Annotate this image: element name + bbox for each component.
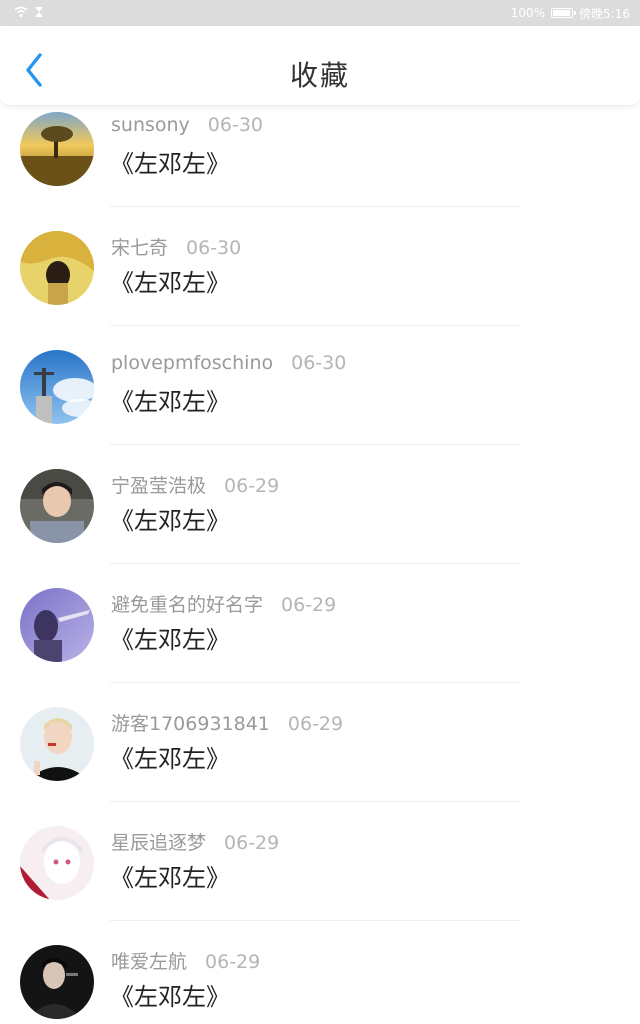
username[interactable]: sunsony	[111, 114, 190, 136]
avatar[interactable]	[20, 707, 94, 781]
avatar-image	[20, 945, 94, 1019]
item-meta: 星辰追逐梦 06-29	[111, 828, 279, 855]
favorite-title[interactable]: 《左邓左》	[110, 977, 230, 1012]
avatar[interactable]	[20, 231, 94, 305]
date: 06-30	[207, 114, 264, 136]
username[interactable]: 星辰追逐梦	[111, 832, 206, 854]
favorite-item[interactable]: 唯爱左航 06-29 《左邓左》	[0, 921, 640, 1024]
favorite-title[interactable]: 《左邓左》	[110, 858, 230, 893]
username[interactable]: 宋七奇	[111, 237, 168, 259]
date: 06-30	[186, 237, 242, 259]
favorite-item[interactable]: 游客1706931841 06-29 《左邓左》	[0, 683, 640, 802]
avatar-image	[20, 231, 94, 305]
date: 06-29	[224, 475, 280, 497]
username[interactable]: 游客1706931841	[111, 713, 270, 735]
item-meta: 宁盈莹浩极 06-29	[111, 471, 279, 498]
screen: 100% 傍晚5:16 sunsony 06-30 《左邓左》 宋七奇 06-30 《左邓…	[0, 0, 640, 1024]
avatar-image	[20, 350, 94, 424]
username[interactable]: 避免重名的好名字	[111, 594, 263, 616]
date: 06-29	[224, 832, 280, 854]
date: 06-29	[205, 951, 261, 973]
favorite-item[interactable]: plovepmfoschino 06-30 《左邓左》	[0, 326, 640, 445]
avatar-image	[20, 469, 94, 543]
favorites-list: sunsony 06-30 《左邓左》 宋七奇 06-30 《左邓左》 plovepmfos…	[0, 88, 640, 1024]
username[interactable]: plovepmfoschino	[111, 352, 273, 374]
battery-percent: 100%	[510, 6, 546, 20]
status-left	[14, 6, 44, 21]
date: 06-29	[281, 594, 337, 616]
favorite-item[interactable]: 避免重名的好名字 06-29 《左邓左》	[0, 564, 640, 683]
hourglass-icon	[34, 6, 44, 21]
favorite-title[interactable]: 《左邓左》	[110, 263, 230, 298]
favorite-title[interactable]: 《左邓左》	[110, 620, 230, 655]
item-meta: sunsony 06-30	[111, 114, 263, 136]
username[interactable]: 宁盈莹浩极	[111, 475, 206, 497]
item-meta: 唯爱左航 06-29	[111, 947, 260, 974]
battery-icon	[551, 8, 577, 18]
avatar[interactable]	[20, 112, 94, 186]
status-right: 100% 傍晚5:16	[511, 5, 630, 22]
date: 06-29	[287, 713, 344, 735]
date: 06-30	[291, 352, 347, 374]
item-meta: 游客1706931841 06-29	[111, 709, 343, 736]
avatar-image	[20, 112, 94, 186]
status-time: 傍晚5:16	[579, 6, 630, 21]
avatar[interactable]	[20, 588, 94, 662]
favorite-title[interactable]: 《左邓左》	[110, 739, 230, 774]
header: 收藏	[0, 26, 640, 106]
avatar-image	[20, 707, 94, 781]
item-meta: 避免重名的好名字 06-29	[111, 590, 336, 617]
avatar-image	[20, 826, 94, 900]
wifi-icon	[14, 6, 28, 21]
username[interactable]: 唯爱左航	[111, 951, 187, 973]
avatar-image	[20, 588, 94, 662]
page-title: 收藏	[289, 59, 350, 92]
avatar[interactable]	[20, 826, 94, 900]
status-bar: 100% 傍晚5:16	[0, 0, 640, 26]
favorite-item[interactable]: 宁盈莹浩极 06-29 《左邓左》	[0, 445, 640, 564]
favorite-item[interactable]: 星辰追逐梦 06-29 《左邓左》	[0, 802, 640, 921]
favorite-title[interactable]: 《左邓左》	[110, 501, 230, 536]
favorite-title[interactable]: 《左邓左》	[110, 144, 230, 179]
item-meta: plovepmfoschino 06-30	[111, 352, 346, 374]
favorite-item[interactable]: 宋七奇 06-30 《左邓左》	[0, 207, 640, 326]
avatar[interactable]	[20, 945, 94, 1019]
favorite-title[interactable]: 《左邓左》	[110, 382, 230, 417]
avatar[interactable]	[20, 469, 94, 543]
item-meta: 宋七奇 06-30	[111, 233, 241, 260]
avatar[interactable]	[20, 350, 94, 424]
